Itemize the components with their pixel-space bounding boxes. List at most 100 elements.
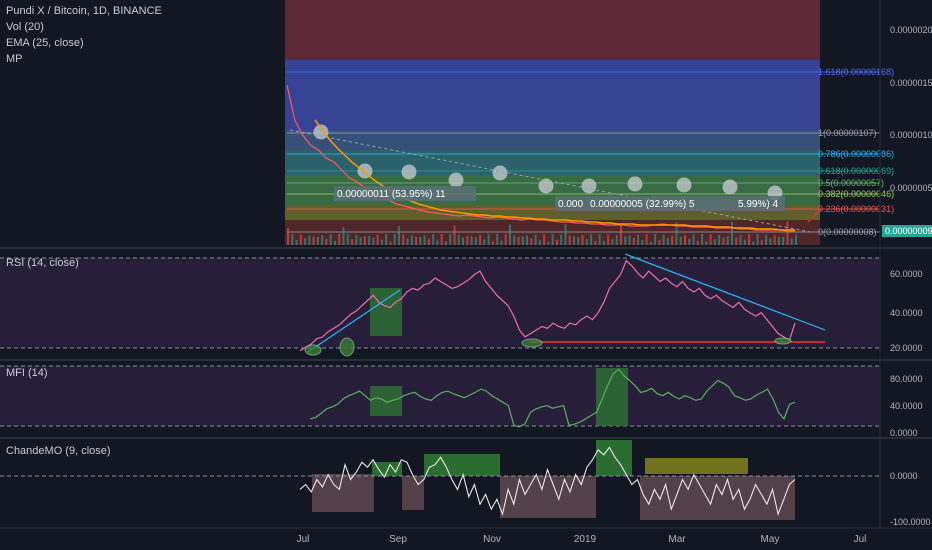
marker-circle [448, 172, 464, 188]
annotation-text-1: 0.00000011 (53.95%) 11 [337, 189, 446, 200]
volume-bar [470, 236, 473, 245]
marker-circle [676, 177, 692, 193]
volume-bar [684, 235, 687, 245]
volume-bar [483, 239, 486, 245]
volume-bar [457, 234, 460, 245]
rsi-green-box [370, 288, 402, 336]
marker-circle [722, 179, 738, 195]
volume-bar [671, 235, 674, 245]
fib-label: 0.5(0.00000057) [818, 178, 884, 188]
volume-bar [628, 235, 631, 245]
volume-bar [598, 234, 601, 245]
volume-bar [722, 237, 725, 245]
volume-bar [709, 234, 712, 245]
volume-bar [410, 235, 413, 245]
volume-bar [619, 223, 622, 245]
cmo-title: ChandeMO (9, close) [6, 445, 111, 457]
y-tick-label: -100.0000 [890, 517, 931, 527]
volume-bar [769, 238, 772, 245]
volume-bar [368, 235, 371, 245]
volume-bar [564, 223, 567, 245]
volume-bar [713, 239, 716, 245]
volume-bar [491, 241, 494, 245]
volume-bar [641, 239, 644, 245]
price-pane-bg-red [285, 0, 820, 60]
volume-bar [611, 238, 614, 245]
volume-bar [752, 241, 755, 245]
volume-bar [543, 234, 546, 245]
marker-circle [627, 176, 643, 192]
volume-bar [380, 239, 383, 245]
indicator-vol: Vol (20) [6, 21, 44, 33]
volume-bar [419, 236, 422, 245]
volume-bar [304, 238, 307, 245]
volume-bar [444, 241, 447, 245]
cmo-green-3 [596, 440, 632, 476]
volume-bar [748, 234, 751, 245]
volume-bar [415, 236, 418, 245]
volume-bar [568, 235, 571, 245]
volume-bar [287, 228, 289, 245]
volume-bar [658, 240, 661, 245]
volume-bar [517, 236, 520, 245]
fib-label: 0(0.00000008) [818, 227, 877, 237]
volume-bar [521, 236, 524, 245]
volume-bar [295, 239, 298, 245]
annotation-text-4: 5.99%) 4 [738, 199, 778, 210]
rsi-pane [0, 253, 880, 357]
x-tick-label: Nov [483, 534, 501, 545]
annotation-text-2: 0.000 [558, 199, 583, 210]
volume-bar [329, 234, 332, 245]
volume-bar [338, 234, 341, 245]
volume-bar [701, 234, 704, 245]
price-pane-bg-blue [285, 60, 820, 130]
volume-bar [299, 234, 302, 245]
current-price-tag-text: 0.00000009 [885, 226, 932, 236]
chart-title: Pundi X / Bitcoin, 1D, BINANCE [6, 5, 162, 17]
cmo-box-4 [640, 476, 795, 520]
volume-bar [726, 236, 729, 245]
rsi-oval-2 [339, 337, 355, 357]
cmo-olive [645, 458, 748, 474]
rsi-oval-3 [521, 338, 543, 348]
x-tick-label: Jul [297, 534, 310, 545]
volume-bar [624, 236, 627, 245]
y-tick-label: 60.0000 [890, 269, 923, 279]
volume-bar [594, 241, 597, 245]
volume-bar [496, 234, 499, 245]
volume-bar [662, 234, 665, 245]
volume-bar [645, 234, 648, 245]
y-tick-label: 0.00000050 [890, 183, 932, 193]
marker-circle [401, 164, 417, 180]
volume-bar [692, 234, 695, 245]
volume-bar [551, 234, 554, 245]
x-tick-label: Jul [854, 534, 867, 545]
volume-bar [765, 234, 768, 245]
volume-bar [632, 237, 635, 245]
volume-bar [782, 236, 785, 245]
volume-bar [526, 235, 529, 245]
volume-bar [325, 238, 328, 245]
volume-bar [756, 234, 759, 245]
volume-bar [479, 234, 482, 245]
volume-bar [487, 234, 490, 245]
volume-bar [530, 238, 533, 245]
volume-bar [573, 236, 576, 245]
y-tick-label: 40.0000 [890, 401, 923, 411]
current-price-tag: 0.00000009 [882, 225, 932, 237]
volume-bar [607, 234, 610, 245]
volume-bar [679, 236, 682, 245]
volume-bar [538, 240, 541, 245]
volume-bar [649, 241, 652, 245]
volume-bar [321, 235, 324, 245]
volume-bar [406, 238, 409, 245]
volume-bar [666, 238, 669, 245]
volume-bar [355, 234, 358, 245]
volume-bar [376, 234, 379, 245]
y-tick-label: 0.0000 [890, 428, 918, 438]
rsi-title: RSI (14, close) [6, 257, 79, 269]
volume-bar [427, 238, 430, 245]
y-tick-label: 20.0000 [890, 343, 923, 353]
volume-bar [637, 234, 640, 245]
volume-bar [372, 237, 375, 245]
